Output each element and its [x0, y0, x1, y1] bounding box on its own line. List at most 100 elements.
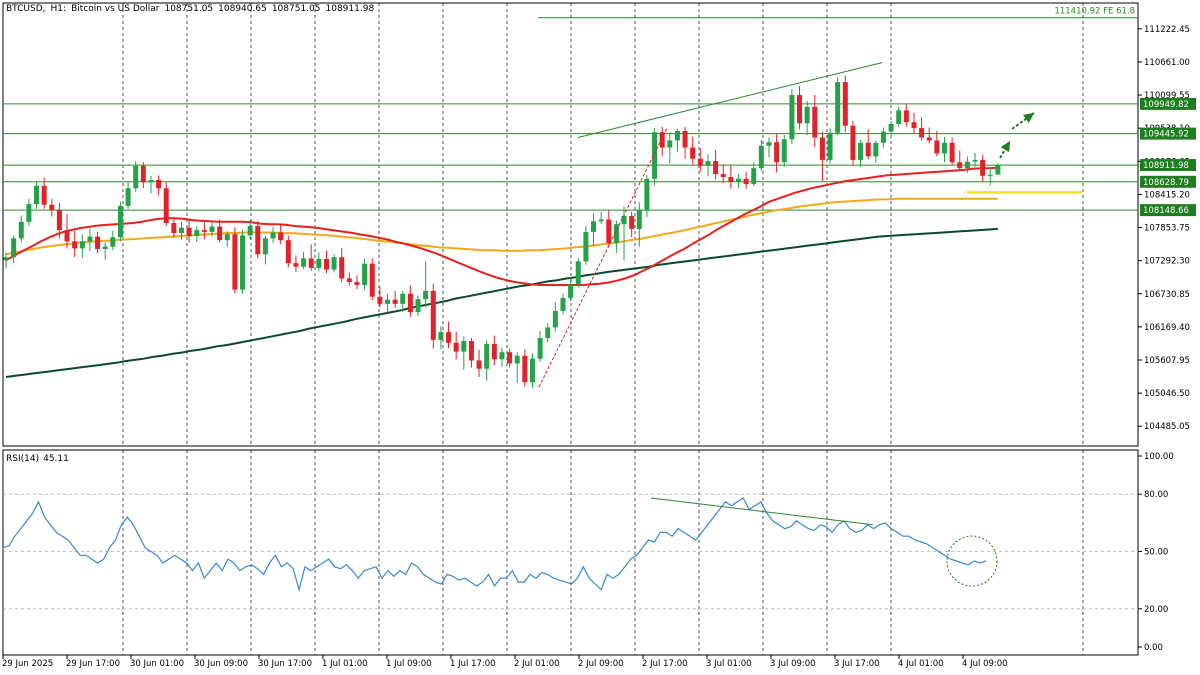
candle-bull [438, 332, 444, 340]
candle-bull [598, 219, 604, 222]
candle-bear [95, 236, 101, 249]
candle-bear [842, 82, 848, 126]
candle-bear [354, 282, 360, 285]
rsi-title: RSI(14) [6, 454, 40, 464]
open-price: 108751.05 [164, 4, 214, 14]
candle-bull [79, 241, 85, 249]
candle-bear [903, 110, 909, 123]
candle-bear [774, 142, 780, 163]
candle-bull [423, 290, 429, 300]
candle-bear [285, 240, 291, 264]
candle-bull [964, 161, 970, 169]
candle-bear [163, 188, 169, 224]
candle-bull [987, 174, 993, 176]
candle-bear [850, 125, 856, 160]
time-tick-label: 30 Jun 01:00 [130, 659, 184, 669]
candle-bear [522, 355, 528, 383]
time-tick-label: 30 Jun 17:00 [258, 659, 312, 669]
symbol: BTCUSD, [6, 4, 46, 14]
candle-bull [87, 236, 93, 242]
candle-bear [346, 278, 352, 283]
time-tick-label: 2 Jul 09:00 [578, 659, 624, 669]
candle-bull [781, 139, 787, 163]
time-tick-label: 29 Jun 2025 [2, 659, 53, 669]
rsi-tick-label: 50.00 [1144, 548, 1168, 558]
candle-bull [110, 237, 116, 247]
candle-bull [270, 232, 276, 239]
time-tick-label: 3 Jul 17:00 [834, 659, 880, 669]
candle-bull [362, 263, 368, 285]
candle-bull [880, 131, 886, 143]
candle-bull [858, 142, 864, 160]
candle-bull [194, 230, 200, 237]
low-price: 108751.05 [271, 4, 321, 14]
candle-bear [308, 258, 314, 268]
candle-bull [636, 210, 642, 229]
candle-bear [201, 230, 207, 232]
time-tick-label: 1 Jul 09:00 [386, 659, 432, 669]
level-price-tag-label: 108148.66 [1143, 206, 1189, 216]
candle-bull [537, 338, 543, 359]
candle-bull [804, 106, 810, 124]
candle-bull [385, 299, 390, 304]
candle-bull [514, 355, 520, 364]
candle-bear [339, 257, 345, 279]
candle-bull [484, 343, 490, 369]
candle-bull [400, 293, 406, 304]
candle-bear [392, 299, 398, 304]
candle-bull [552, 310, 558, 328]
time-tick-label: 30 Jun 09:00 [194, 659, 248, 669]
candle-bear [72, 241, 78, 249]
candle-bull [674, 131, 680, 141]
time-tick-label: 4 Jul 01:00 [898, 659, 944, 669]
candle-bear [491, 343, 497, 360]
candle-bear [720, 174, 726, 178]
candle-bull [148, 179, 154, 183]
time-tick-label: 1 Jul 17:00 [450, 659, 496, 669]
candle-bull [133, 165, 139, 189]
close-price: 108911.98 [325, 4, 375, 14]
candle-bear [865, 142, 871, 157]
price-tick-label: 111222.45 [1144, 25, 1190, 35]
candle-bull [621, 215, 627, 225]
price-tick-label: 107853.75 [1144, 224, 1190, 234]
candle-bull [224, 234, 230, 241]
candle-bull [888, 123, 894, 132]
candle-bear [629, 215, 635, 229]
candle-bull [766, 142, 772, 146]
time-tick-label: 3 Jul 01:00 [706, 659, 752, 669]
time-tick-label: 2 Jul 17:00 [642, 659, 688, 669]
candle-bear [934, 140, 940, 154]
candle-bull [545, 327, 551, 339]
candle-bull [735, 178, 741, 182]
candle-bull [652, 132, 658, 179]
candle-bull [301, 258, 307, 267]
price-tick-label: 106730.85 [1144, 290, 1190, 300]
candle-bull [941, 142, 947, 154]
candle-bull [529, 358, 535, 383]
candle-bear [140, 165, 146, 183]
level-price-tag-label: 109949.82 [1143, 100, 1189, 110]
rsi-tick-label: 0.00 [1144, 643, 1163, 653]
candle-bull [125, 188, 131, 206]
trading-chart[interactable]: 111222.45110661.00110099.55109538.101089… [0, 0, 1200, 675]
candle-bear [819, 137, 825, 160]
price-tick-label: 105046.50 [1144, 389, 1190, 399]
candle-bull [751, 168, 757, 185]
level-price-tag-label: 108628.79 [1143, 178, 1189, 188]
description: Bitcoin vs US Dollar [71, 4, 160, 14]
candle-bull [789, 95, 795, 140]
candle-bull [331, 257, 337, 270]
candle-bull [835, 82, 841, 133]
time-tick-label: 4 Jul 09:00 [962, 659, 1008, 669]
candle-bear [919, 128, 925, 138]
candle-bear [56, 210, 62, 231]
candle-bull [3, 257, 9, 261]
candle-bear [407, 293, 413, 313]
candle-bull [667, 140, 673, 148]
candle-bear [377, 296, 383, 304]
candle-bear [957, 162, 963, 169]
price-tick-label: 107292.30 [1144, 257, 1190, 267]
candle-bear [255, 225, 261, 255]
candle-bull [34, 185, 40, 205]
